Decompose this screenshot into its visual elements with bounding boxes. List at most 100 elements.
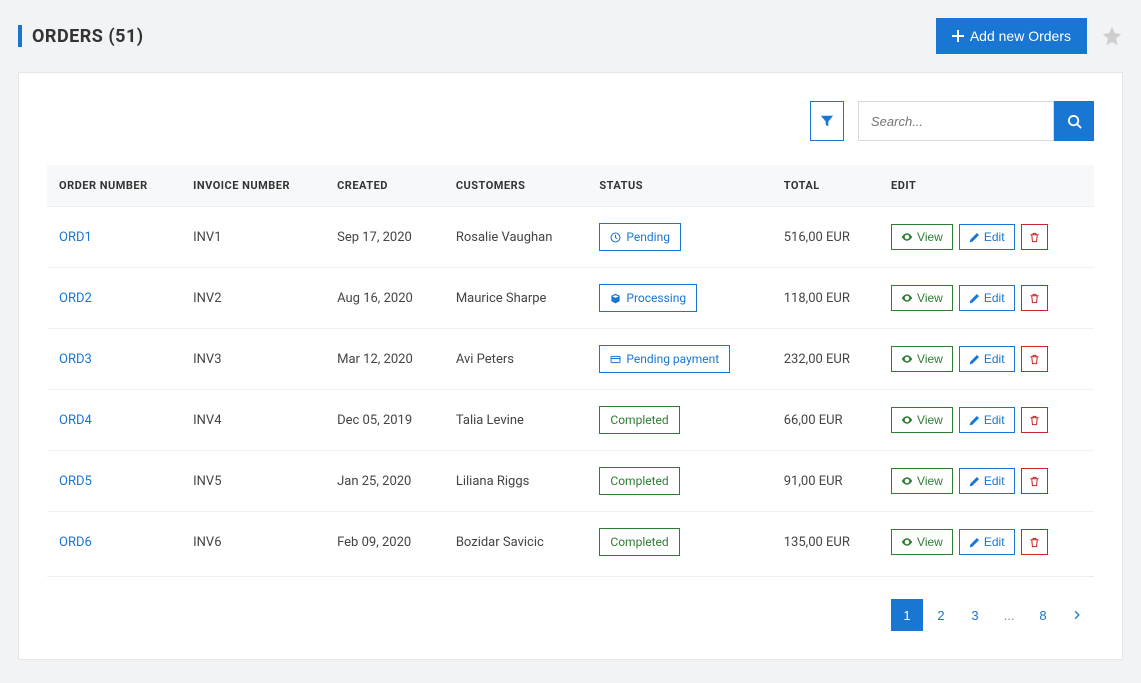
page-3-button[interactable]: 3 bbox=[959, 599, 991, 631]
page-1-button[interactable]: 1 bbox=[891, 599, 923, 631]
favorite-star-icon[interactable] bbox=[1101, 25, 1123, 47]
customer-cell: Avi Peters bbox=[444, 329, 588, 390]
delete-button[interactable] bbox=[1021, 224, 1048, 250]
pencil-icon bbox=[969, 415, 980, 426]
col-invoice-number[interactable]: INVOICE NUMBER bbox=[181, 165, 325, 207]
col-edit: EDIT bbox=[879, 165, 1094, 207]
order-link[interactable]: ORD2 bbox=[59, 291, 92, 306]
col-status[interactable]: STATUS bbox=[587, 165, 771, 207]
view-label: View bbox=[917, 474, 943, 488]
customer-cell: Bozidar Savicic bbox=[444, 512, 588, 573]
total-cell: 66,00 EUR bbox=[772, 390, 879, 451]
eye-icon bbox=[901, 292, 913, 304]
status-label: Completed bbox=[610, 413, 668, 427]
status-label: Completed bbox=[610, 535, 668, 549]
pagination-next-button[interactable] bbox=[1061, 599, 1093, 631]
order-link[interactable]: ORD6 bbox=[59, 535, 92, 550]
table-row: ORD1INV1Sep 17, 2020Rosalie VaughanPendi… bbox=[47, 207, 1094, 268]
eye-icon bbox=[901, 231, 913, 243]
delete-button[interactable] bbox=[1021, 346, 1048, 372]
invoice-cell: INV2 bbox=[181, 268, 325, 329]
view-label: View bbox=[917, 352, 943, 366]
order-link[interactable]: ORD4 bbox=[59, 413, 92, 428]
view-button[interactable]: View bbox=[891, 407, 953, 433]
total-cell: 232,00 EUR bbox=[772, 329, 879, 390]
col-order-number[interactable]: ORDER NUMBER bbox=[47, 165, 181, 207]
pencil-icon bbox=[969, 537, 980, 548]
trash-icon bbox=[1029, 415, 1040, 426]
table-row: ORD4INV4Dec 05, 2019Talia LevineComplete… bbox=[47, 390, 1094, 451]
delete-button[interactable] bbox=[1021, 407, 1048, 433]
view-button[interactable]: View bbox=[891, 285, 953, 311]
add-button-label: Add new Orders bbox=[970, 28, 1071, 44]
pagination-ellipsis: ... bbox=[993, 599, 1025, 631]
title-accent-bar bbox=[18, 25, 22, 47]
eye-icon bbox=[901, 353, 913, 365]
view-label: View bbox=[917, 230, 943, 244]
status-label: Pending bbox=[626, 230, 670, 244]
pagination: 123...8 bbox=[890, 599, 1094, 631]
pencil-icon bbox=[969, 293, 980, 304]
delete-button[interactable] bbox=[1021, 529, 1048, 555]
page-8-button[interactable]: 8 bbox=[1027, 599, 1059, 631]
pencil-icon bbox=[969, 476, 980, 487]
edit-button[interactable]: Edit bbox=[959, 346, 1015, 372]
status-label: Completed bbox=[610, 474, 668, 488]
invoice-cell: INV5 bbox=[181, 451, 325, 512]
table-row: ORD5INV5Jan 25, 2020Liliana RiggsComplet… bbox=[47, 451, 1094, 512]
status-badge: Completed bbox=[599, 406, 679, 434]
status-icon bbox=[610, 232, 621, 243]
total-cell: 118,00 EUR bbox=[772, 268, 879, 329]
view-button[interactable]: View bbox=[891, 468, 953, 494]
page-title: ORDERS (51) bbox=[32, 26, 144, 47]
status-badge: Pending bbox=[599, 223, 681, 251]
customer-cell: Maurice Sharpe bbox=[444, 268, 588, 329]
total-cell: 135,00 EUR bbox=[772, 512, 879, 573]
edit-button[interactable]: Edit bbox=[959, 529, 1015, 555]
col-customers[interactable]: CUSTOMERS bbox=[444, 165, 588, 207]
view-button[interactable]: View bbox=[891, 346, 953, 372]
order-link[interactable]: ORD5 bbox=[59, 474, 92, 489]
trash-icon bbox=[1029, 354, 1040, 365]
search-button[interactable] bbox=[1054, 101, 1094, 141]
page-2-button[interactable]: 2 bbox=[925, 599, 957, 631]
status-label: Processing bbox=[626, 291, 686, 305]
invoice-cell: INV1 bbox=[181, 207, 325, 268]
chevron-right-icon bbox=[1072, 610, 1082, 620]
edit-button[interactable]: Edit bbox=[959, 285, 1015, 311]
col-total[interactable]: TOTAL bbox=[772, 165, 879, 207]
status-badge: Pending payment bbox=[599, 345, 730, 373]
orders-card: ORDER NUMBER INVOICE NUMBER CREATED CUST… bbox=[18, 72, 1123, 660]
col-created[interactable]: CREATED bbox=[325, 165, 444, 207]
edit-button[interactable]: Edit bbox=[959, 407, 1015, 433]
search-input[interactable] bbox=[858, 101, 1054, 141]
trash-icon bbox=[1029, 293, 1040, 304]
search-icon bbox=[1067, 114, 1082, 129]
eye-icon bbox=[901, 414, 913, 426]
delete-button[interactable] bbox=[1021, 468, 1048, 494]
eye-icon bbox=[901, 475, 913, 487]
eye-icon bbox=[901, 536, 913, 548]
total-cell: 516,00 EUR bbox=[772, 207, 879, 268]
edit-button[interactable]: Edit bbox=[959, 224, 1015, 250]
order-link[interactable]: ORD1 bbox=[59, 230, 92, 245]
created-cell: Sep 17, 2020 bbox=[325, 207, 444, 268]
status-icon bbox=[610, 354, 621, 365]
delete-button[interactable] bbox=[1021, 285, 1048, 311]
table-row: ORD6INV6Feb 09, 2020Bozidar SavicicCompl… bbox=[47, 512, 1094, 573]
created-cell: Mar 12, 2020 bbox=[325, 329, 444, 390]
edit-button[interactable]: Edit bbox=[959, 468, 1015, 494]
edit-label: Edit bbox=[984, 291, 1005, 305]
status-icon bbox=[610, 293, 621, 304]
add-new-orders-button[interactable]: Add new Orders bbox=[936, 18, 1087, 54]
status-label: Pending payment bbox=[626, 352, 719, 366]
view-button[interactable]: View bbox=[891, 224, 953, 250]
view-button[interactable]: View bbox=[891, 529, 953, 555]
orders-table: ORDER NUMBER INVOICE NUMBER CREATED CUST… bbox=[47, 165, 1094, 572]
filter-button[interactable] bbox=[810, 101, 844, 141]
view-label: View bbox=[917, 535, 943, 549]
order-link[interactable]: ORD3 bbox=[59, 352, 92, 367]
edit-label: Edit bbox=[984, 352, 1005, 366]
view-label: View bbox=[917, 291, 943, 305]
table-row: ORD3INV3Mar 12, 2020Avi PetersPending pa… bbox=[47, 329, 1094, 390]
